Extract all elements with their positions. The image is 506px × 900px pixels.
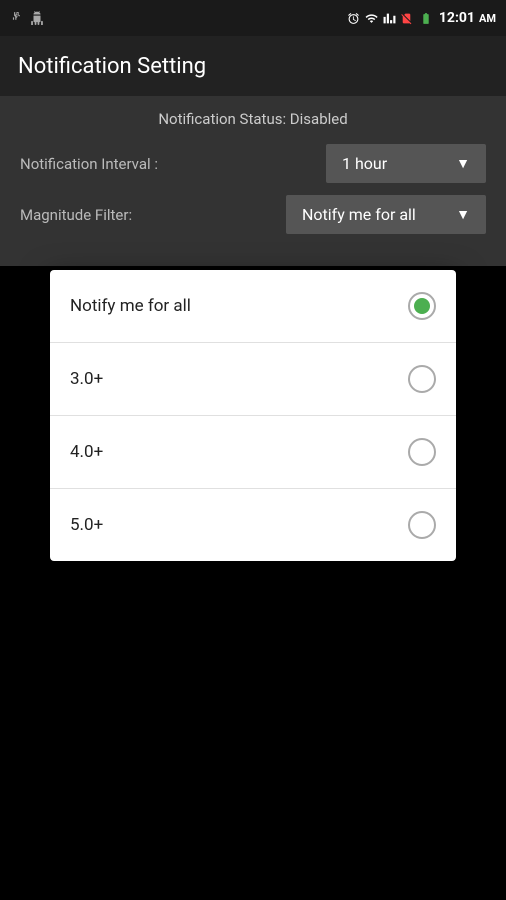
status-icons-right: 12:01 AM (347, 10, 496, 26)
signal-icon (383, 12, 396, 25)
no-sim-icon (400, 12, 413, 25)
radio-all[interactable] (408, 292, 436, 320)
radio-3plus[interactable] (408, 365, 436, 393)
dialog-option-3plus[interactable]: 3.0+ (50, 343, 456, 416)
interval-dropdown[interactable]: 1 hour ▼ (326, 144, 486, 183)
page-title: Notification Setting (18, 54, 206, 79)
magnitude-row: Magnitude Filter: Notify me for all ▼ (20, 195, 486, 234)
dialog-option-label-4plus: 4.0+ (70, 442, 103, 462)
alarm-icon (347, 12, 360, 25)
radio-inner-all (414, 298, 430, 314)
usb-icon (10, 11, 24, 25)
interval-row: Notification Interval : 1 hour ▼ (20, 144, 486, 183)
radio-4plus[interactable] (408, 438, 436, 466)
battery-icon (417, 12, 435, 25)
magnitude-dropdown[interactable]: Notify me for all ▼ (286, 195, 486, 234)
interval-value: 1 hour (342, 154, 387, 173)
notification-status: Notification Status: Disabled (20, 110, 486, 128)
title-bar: Notification Setting (0, 36, 506, 96)
wifi-icon (364, 12, 379, 25)
dialog-option-4plus[interactable]: 4.0+ (50, 416, 456, 489)
dialog-option-label-5plus: 5.0+ (70, 515, 103, 535)
status-bar: 12:01 AM (0, 0, 506, 36)
magnitude-arrow-icon: ▼ (456, 206, 470, 223)
dialog-option-label-3plus: 3.0+ (70, 369, 103, 389)
dialog-option-label-all: Notify me for all (70, 296, 191, 316)
magnitude-dialog: Notify me for all 3.0+ 4.0+ 5.0+ (50, 270, 456, 561)
dialog-option-all[interactable]: Notify me for all (50, 270, 456, 343)
android-icon (30, 11, 44, 25)
magnitude-label: Magnitude Filter: (20, 206, 132, 224)
interval-label: Notification Interval : (20, 155, 158, 173)
magnitude-value: Notify me for all (302, 205, 416, 224)
status-ampm: AM (479, 12, 496, 25)
interval-arrow-icon: ▼ (456, 155, 470, 172)
status-icons-left (10, 11, 44, 25)
dialog-option-5plus[interactable]: 5.0+ (50, 489, 456, 561)
settings-area: Notification Status: Disabled Notificati… (0, 96, 506, 266)
status-time: 12:01 (439, 10, 475, 26)
radio-5plus[interactable] (408, 511, 436, 539)
